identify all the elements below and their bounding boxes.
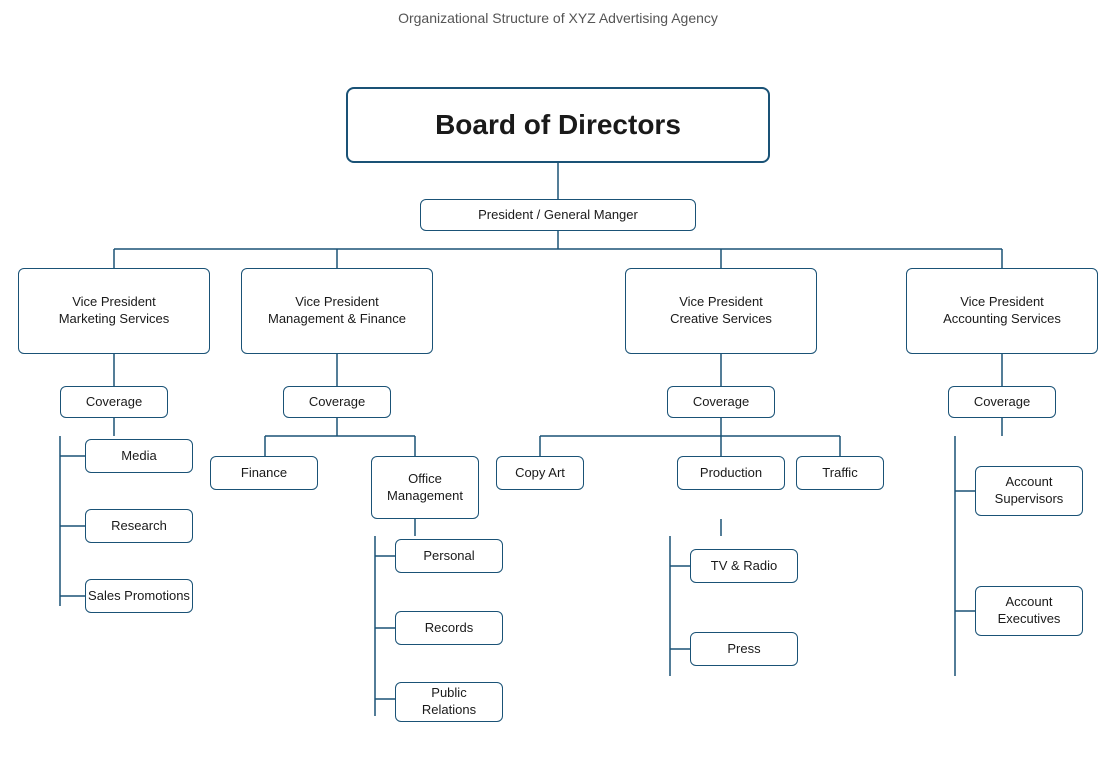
coverage-marketing-node: Coverage [60, 386, 168, 418]
account-supervisors-node: AccountSupervisors [975, 466, 1083, 516]
board-node: Board of Directors [346, 87, 770, 163]
org-chart: Board of Directors President / General M… [0, 31, 1116, 741]
coverage-management-node: Coverage [283, 386, 391, 418]
page-title: Organizational Structure of XYZ Advertis… [0, 0, 1116, 26]
traffic-node: Traffic [796, 456, 884, 490]
vp-management-node: Vice PresidentManagement & Finance [241, 268, 433, 354]
coverage-accounting-node: Coverage [948, 386, 1056, 418]
finance-node: Finance [210, 456, 318, 490]
production-node: Production [677, 456, 785, 490]
media-node: Media [85, 439, 193, 473]
research-node: Research [85, 509, 193, 543]
account-executives-node: AccountExecutives [975, 586, 1083, 636]
sales-promotions-node: Sales Promotions [85, 579, 193, 613]
records-node: Records [395, 611, 503, 645]
president-node: President / General Manger [420, 199, 696, 231]
tv-radio-node: TV & Radio [690, 549, 798, 583]
press-node: Press [690, 632, 798, 666]
vp-creative-node: Vice PresidentCreative Services [625, 268, 817, 354]
page-container: Organizational Structure of XYZ Advertis… [0, 0, 1116, 739]
personal-node: Personal [395, 539, 503, 573]
copy-art-node: Copy Art [496, 456, 584, 490]
office-management-node: OfficeManagement [371, 456, 479, 519]
vp-marketing-node: Vice PresidentMarketing Services [18, 268, 210, 354]
vp-accounting-node: Vice PresidentAccounting Services [906, 268, 1098, 354]
coverage-creative-node: Coverage [667, 386, 775, 418]
public-relations-node: PublicRelations [395, 682, 503, 722]
